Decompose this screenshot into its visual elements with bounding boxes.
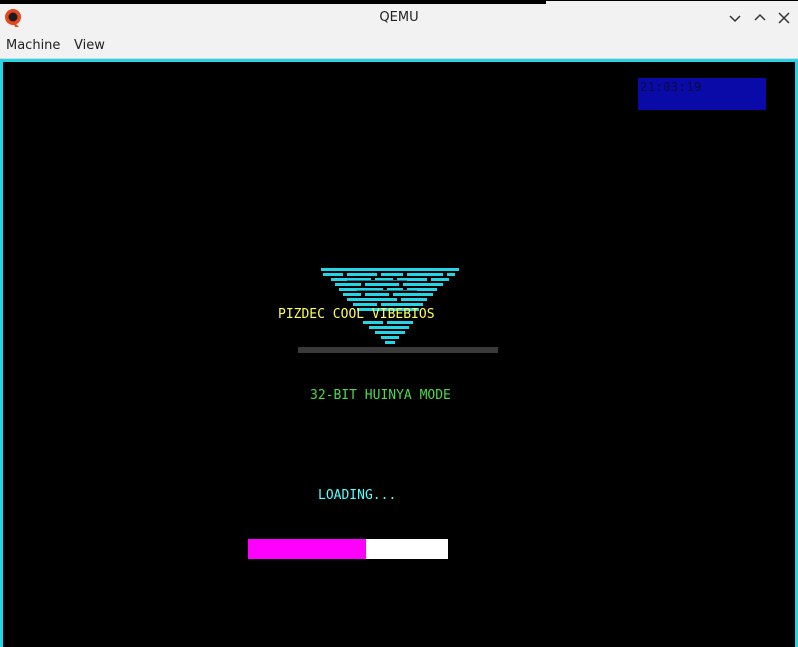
title-underline-bar	[298, 347, 498, 353]
bios-title: PIZDEC COOL VIBEBIOS	[278, 307, 435, 322]
loading-text: LOADING...	[318, 488, 397, 503]
menu-machine[interactable]: Machine	[6, 38, 60, 53]
close-icon	[778, 12, 790, 24]
chevron-up-icon	[754, 13, 766, 21]
title-bar-top-strip	[0, 1, 546, 4]
qemu-window: QEMU Machine View 21:03:19 PIZDEC COOL V…	[0, 0, 798, 647]
mode-text: 32-BIT HUINYA MODE	[310, 388, 451, 403]
clock-box: 21:03:19	[638, 78, 766, 110]
minimize-button[interactable]	[726, 9, 744, 27]
menu-view[interactable]: View	[74, 38, 105, 53]
loading-progress-fill	[248, 539, 366, 559]
loading-progress-bar	[248, 539, 448, 559]
maximize-button[interactable]	[751, 9, 769, 27]
menu-bar: Machine View	[0, 33, 798, 59]
guest-display[interactable]: 21:03:19 PIZDEC COOL VIBEBIOS 32-BIT HUI…	[0, 59, 798, 647]
window-title: QEMU	[379, 10, 419, 25]
chevron-down-icon	[729, 15, 741, 23]
title-bar[interactable]: QEMU	[0, 0, 798, 33]
close-button[interactable]	[775, 9, 793, 27]
clock-text: 21:03:19	[640, 80, 702, 94]
